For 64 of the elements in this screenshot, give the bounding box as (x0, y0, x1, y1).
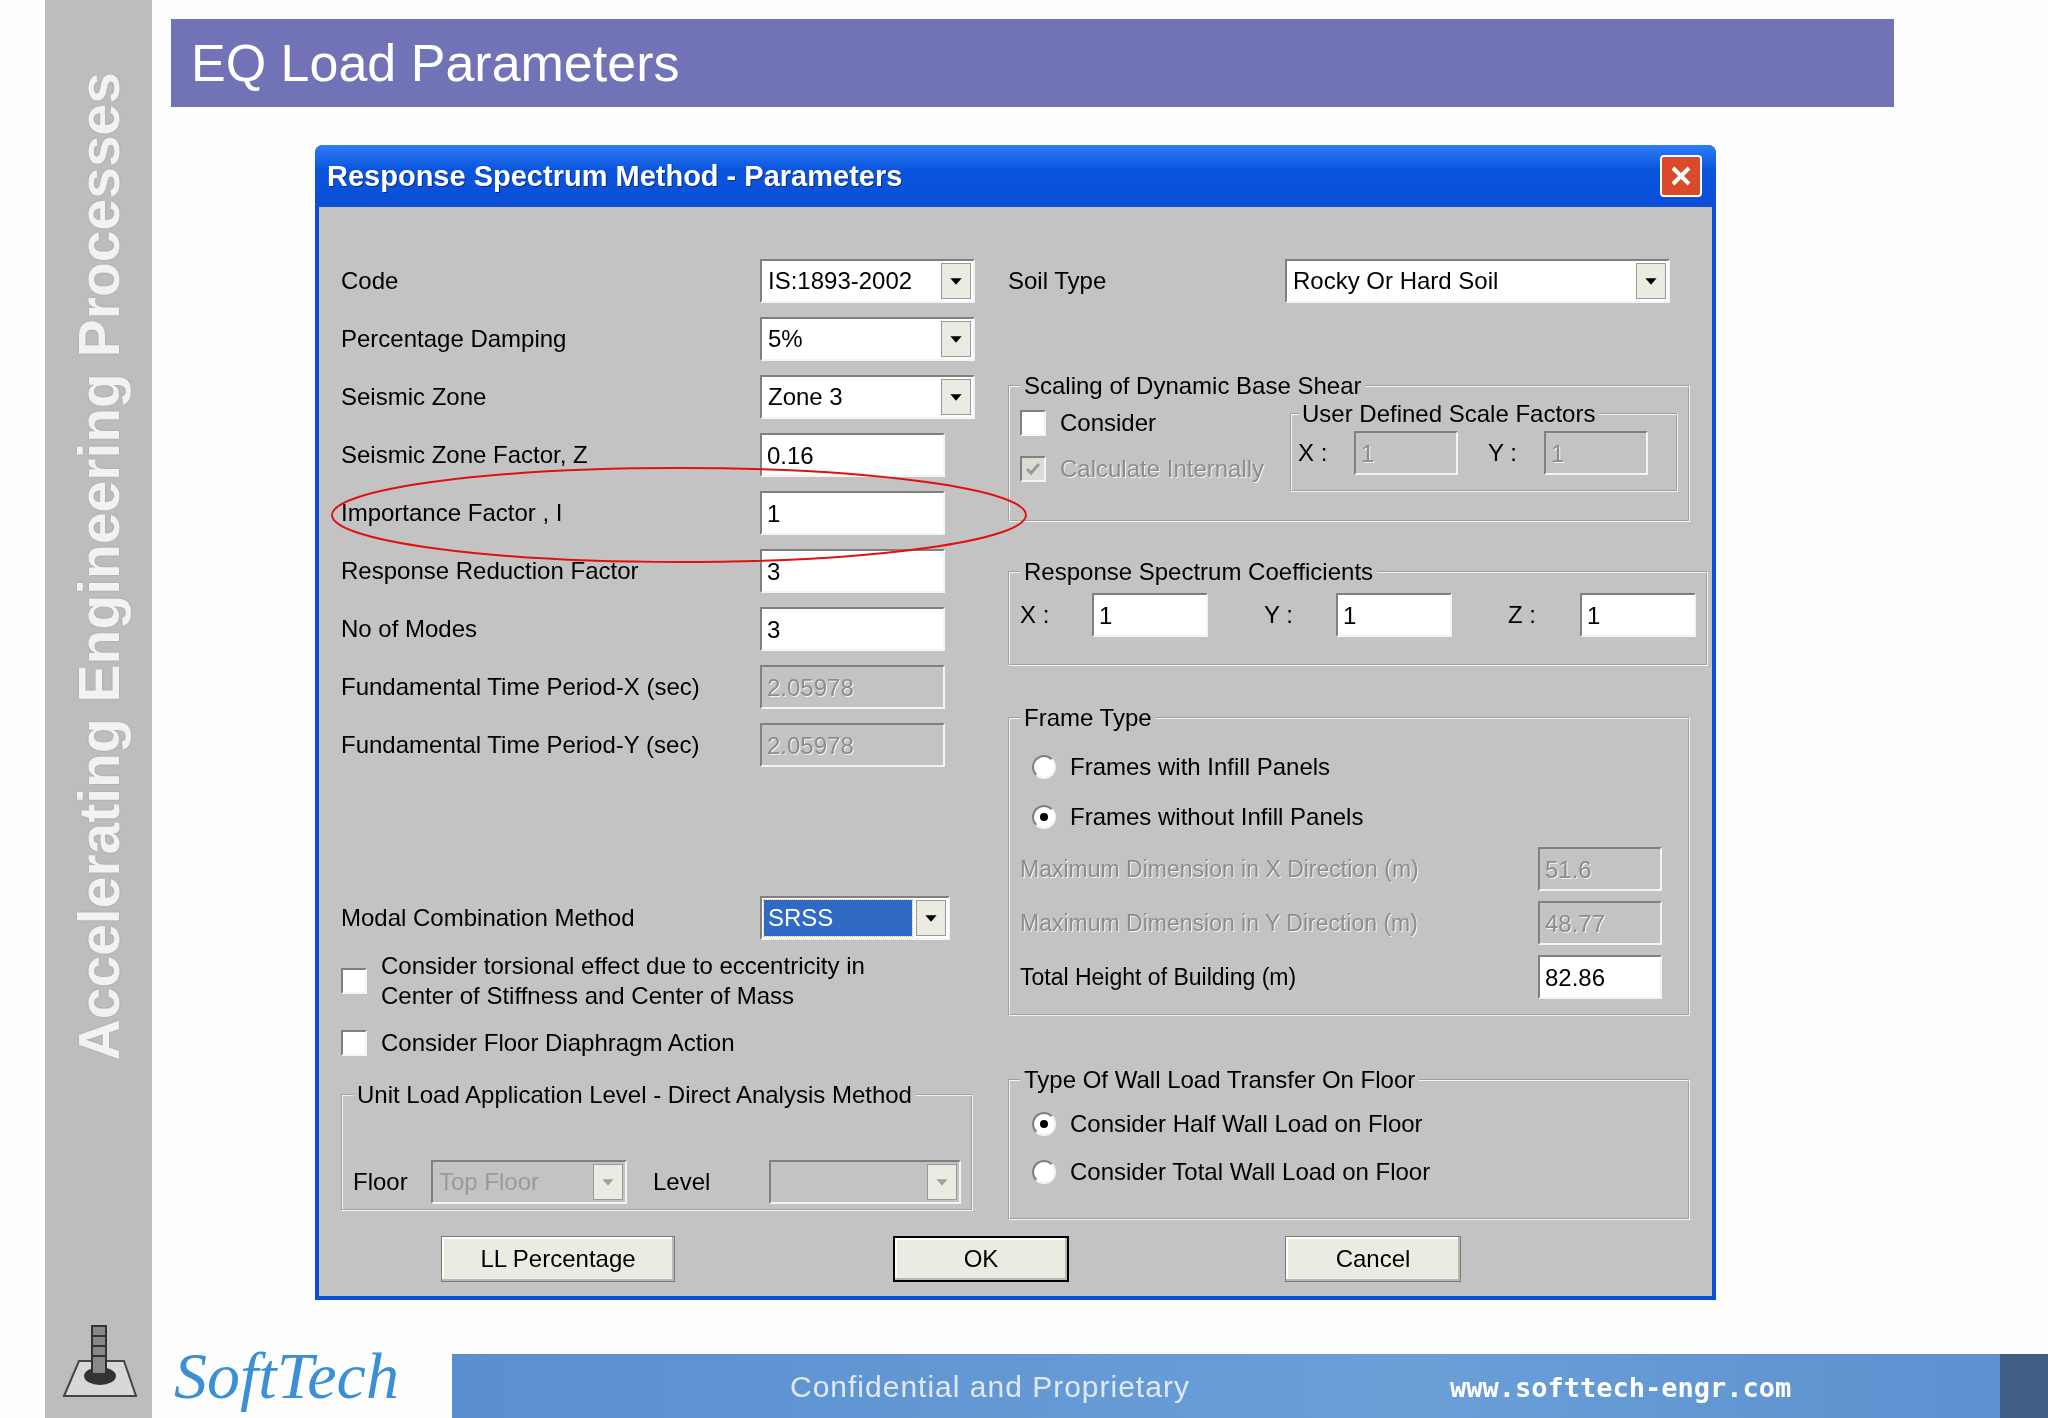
group-title: User Defined Scale Factors (1301, 400, 1597, 428)
group-title: Scaling of Dynamic Base Shear (1023, 372, 1363, 400)
text-field[interactable]: 82.86 (1538, 955, 1662, 999)
slide-title: EQ Load Parameters (191, 33, 680, 93)
checkbox-label: Consider (1060, 409, 1157, 437)
dialog-title: Response Spectrum Method - Parameters (327, 159, 904, 193)
text-field[interactable]: 3 (760, 549, 945, 593)
radio-button[interactable] (1032, 805, 1056, 829)
text-field[interactable]: 1 (1336, 593, 1452, 637)
dropdown[interactable]: IS:1893-2002 (760, 259, 975, 303)
field-label: Floor (353, 1168, 409, 1196)
group-title: Response Spectrum Coefficients (1023, 558, 1375, 586)
footer-end-block (2000, 1354, 2048, 1418)
field-label: X : (1020, 601, 1051, 629)
dialog-button[interactable]: Cancel (1285, 1236, 1461, 1282)
field-label: No of Modes (341, 615, 479, 643)
group-title: Type Of Wall Load Transfer On Floor (1023, 1066, 1417, 1094)
radio-button[interactable] (1032, 755, 1056, 779)
text-field[interactable]: 1 (1092, 593, 1208, 637)
field-label: Modal Combination Method (341, 904, 636, 932)
field-label: Z : (1508, 601, 1537, 629)
checkbox-label: Consider torsional effect due to eccentricity in Center of Stiffness and Center of Mass (381, 951, 866, 1011)
radio-label: Consider Half Wall Load on Floor (1070, 1110, 1423, 1138)
field-label: Percentage Damping (341, 325, 568, 353)
website-text: www.softtech-engr.com (1449, 1371, 1792, 1403)
radio-label: Frames with Infill Panels (1070, 753, 1331, 781)
checkbox[interactable] (341, 968, 367, 994)
dropdown[interactable]: Rocky Or Hard Soil (1285, 259, 1670, 303)
dialog-button[interactable]: OK (893, 1236, 1069, 1282)
radio-label: Consider Total Wall Load on Floor (1070, 1158, 1431, 1186)
field-label: Fundamental Time Period-X (sec) (341, 673, 701, 701)
text-field[interactable]: 3 (760, 607, 945, 651)
field-label: Seismic Zone Factor, Z (341, 441, 589, 469)
check-icon (1024, 460, 1042, 478)
field-label: X : (1298, 439, 1329, 467)
field-label: Soil Type (1008, 267, 1108, 295)
text-field[interactable]: 1 (760, 491, 945, 535)
dropdown[interactable]: SRSS (760, 896, 950, 940)
close-button[interactable] (1660, 155, 1702, 197)
checkbox[interactable] (341, 1030, 367, 1056)
group-title: Frame Type (1023, 704, 1153, 732)
field-label: Fundamental Time Period-Y (sec) (341, 731, 701, 759)
field-label: Seismic Zone (341, 383, 488, 411)
field-label: Code (341, 267, 400, 295)
dropdown[interactable]: Zone 3 (760, 375, 975, 419)
text-field[interactable]: 0.16 (760, 433, 945, 477)
group-title: Unit Load Application Level - Direct Analysis Method (356, 1081, 913, 1109)
radio-button[interactable] (1032, 1112, 1056, 1136)
text-field[interactable]: 1 (1580, 593, 1696, 637)
checkbox[interactable] (1020, 410, 1046, 436)
field-label: Total Height of Building (m) (1020, 963, 1298, 991)
dropdown[interactable]: 5% (760, 317, 975, 361)
field-label: Y : (1488, 439, 1518, 467)
footer-notice: Confidential and Proprietary (790, 1370, 1190, 1404)
dialog-button[interactable]: LL Percentage (441, 1236, 675, 1282)
radio-button[interactable] (1032, 1160, 1056, 1184)
field-label: Response Reduction Factor (341, 557, 640, 585)
field-label: Importance Factor , I (341, 499, 564, 527)
brand-name: SoftTech (174, 1338, 400, 1414)
radio-label: Frames without Infill Panels (1070, 803, 1364, 831)
field-label: Level (653, 1168, 712, 1196)
checkbox-label: Consider Floor Diaphragm Action (381, 1028, 736, 1058)
field-label: Y : (1264, 601, 1294, 629)
close-icon (1669, 164, 1693, 188)
